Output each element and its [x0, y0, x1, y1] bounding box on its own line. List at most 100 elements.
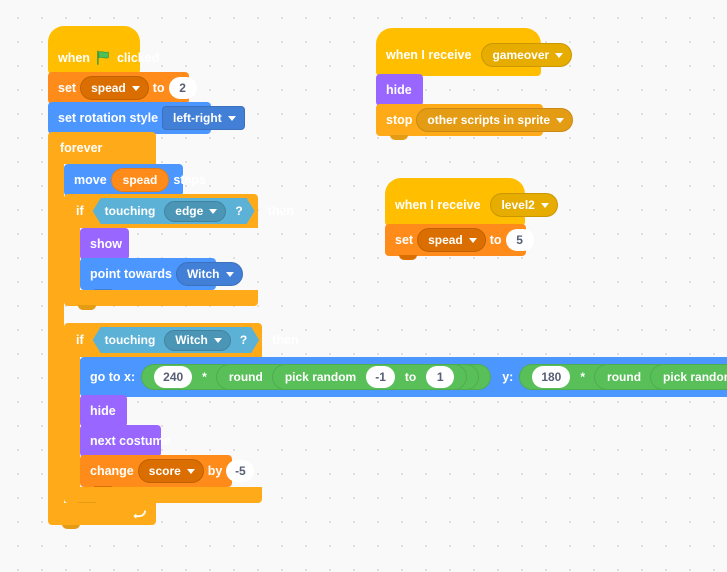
when-i-receive-label: when I receive — [386, 48, 472, 62]
variable-dropdown-spead[interactable]: spead — [80, 76, 149, 100]
if-touching-edge-header[interactable]: if touching edge ? then — [64, 194, 294, 310]
green-flag-icon — [96, 50, 111, 65]
point-towards-block[interactable]: point towards Witch — [80, 258, 243, 294]
variable-name: spead — [91, 81, 126, 95]
change-label: change — [90, 464, 134, 478]
to-label: to — [404, 370, 417, 384]
stop-option-dropdown[interactable]: other scripts in sprite — [416, 108, 574, 132]
go-to-xy-block[interactable]: go to x: 240 * round pick random -1 to 1… — [80, 357, 727, 401]
if-touching-witch-block[interactable]: if touching Witch ? then go to x: 240 * … — [64, 323, 727, 507]
x-random-from-input[interactable]: -1 — [366, 366, 395, 388]
hide-block[interactable]: hide — [376, 74, 423, 110]
if-edge-footer — [64, 290, 258, 310]
if-touching-witch-header[interactable]: if touching Witch ? then — [64, 323, 299, 507]
if-witch-body: go to x: 240 * round pick random -1 to 1… — [80, 357, 727, 491]
point-towards-target-value: Witch — [186, 267, 220, 281]
touching-witch-boolean[interactable]: touching Witch ? — [93, 327, 260, 353]
chevron-down-icon — [555, 52, 564, 58]
forever-left-arm — [48, 164, 64, 503]
set-variable-block[interactable]: set spead to 2 — [48, 72, 197, 108]
touching-edge-boolean[interactable]: touching edge ? — [93, 198, 255, 224]
level2-script[interactable]: when I receive level2 set spead to 5 — [385, 178, 558, 260]
hide-label: hide — [386, 83, 412, 97]
set-value-input[interactable]: 5 — [505, 229, 534, 251]
y-multiply-operator[interactable]: 180 * round pick random -1 to 1 — [519, 364, 727, 390]
y-multiplier-input[interactable]: 180 — [532, 366, 571, 388]
variable-name: spead — [122, 173, 158, 187]
set-label: set — [395, 233, 414, 247]
chevron-down-icon — [225, 271, 234, 277]
move-label: move — [74, 173, 107, 187]
touching-target-dropdown[interactable]: edge — [164, 201, 226, 222]
set-rotation-style-label: set rotation style — [58, 111, 159, 125]
stop-label: stop — [386, 113, 413, 127]
stop-option-value: other scripts in sprite — [427, 113, 551, 127]
to-label: to — [152, 81, 165, 95]
chevron-down-icon — [186, 468, 195, 474]
variable-dropdown-score[interactable]: score — [137, 459, 204, 483]
y-round-operator[interactable]: round pick random -1 to 1 — [594, 364, 727, 390]
when-flag-clicked-hat-block[interactable]: when clicked — [48, 26, 159, 74]
multiply-symbol: * — [202, 370, 207, 384]
point-towards-label: point towards — [90, 267, 172, 281]
forever-header[interactable]: forever — [48, 132, 156, 529]
question-mark: ? — [239, 333, 248, 347]
x-multiply-operator[interactable]: 240 * round pick random -1 to 1 — [141, 364, 492, 390]
go-to-x-label: go to x: — [90, 370, 136, 384]
when-i-receive-label: when I receive — [395, 198, 481, 212]
touching-label: touching — [104, 333, 156, 347]
steps-label: steps — [173, 173, 206, 187]
x-random-to-input[interactable]: 1 — [426, 366, 455, 388]
set-label: set — [58, 81, 77, 95]
variable-dropdown-spead[interactable]: spead — [417, 228, 486, 252]
message-value: level2 — [501, 198, 535, 212]
question-mark: ? — [235, 204, 243, 218]
then-label: then — [267, 204, 295, 218]
chevron-down-icon — [227, 115, 236, 121]
change-value-input[interactable]: -5 — [226, 460, 255, 482]
loop-arrow-icon — [133, 508, 146, 521]
when-i-receive-gameover-hat-block[interactable]: when I receive gameover — [376, 28, 573, 76]
move-steps-block[interactable]: move spead steps — [64, 164, 206, 200]
multiply-symbol: * — [580, 370, 586, 384]
set-variable-block[interactable]: set spead to 5 — [385, 224, 534, 260]
chevron-down-icon — [214, 338, 222, 343]
next-costume-block[interactable]: next costume — [80, 425, 171, 461]
show-block[interactable]: show — [80, 228, 129, 264]
if-label: if — [76, 333, 84, 347]
stop-block[interactable]: stop other scripts in sprite — [376, 104, 574, 140]
change-variable-block[interactable]: change score by -5 — [80, 455, 255, 491]
set-value-input[interactable]: 2 — [168, 77, 197, 99]
rotation-style-dropdown[interactable]: left-right — [162, 106, 245, 130]
hide-label: hide — [90, 404, 116, 418]
round-label: round — [228, 370, 263, 384]
next-costume-label: next costume — [90, 434, 171, 448]
chevron-down-icon — [131, 85, 140, 91]
forever-label: forever — [60, 141, 103, 155]
x-round-operator[interactable]: round pick random -1 to 1 — [215, 364, 480, 390]
show-label: show — [90, 237, 122, 251]
touching-target-dropdown[interactable]: Witch — [164, 330, 231, 351]
by-label: by — [207, 464, 223, 478]
clicked-label: clicked — [116, 50, 160, 65]
y-pick-random-operator[interactable]: pick random -1 to 1 — [650, 364, 727, 390]
when-i-receive-level2-hat-block[interactable]: when I receive level2 — [385, 178, 558, 226]
x-multiplier-input[interactable]: 240 — [154, 366, 193, 388]
set-rotation-style-block[interactable]: set rotation style left-right — [48, 102, 245, 138]
then-label: then — [272, 333, 299, 347]
touching-target-value: edge — [175, 204, 204, 218]
x-pick-random-operator[interactable]: pick random -1 to 1 — [271, 364, 468, 390]
message-dropdown-gameover[interactable]: gameover — [481, 43, 573, 67]
message-dropdown-level2[interactable]: level2 — [490, 193, 558, 217]
variable-reporter-spead[interactable]: spead — [110, 168, 170, 192]
if-witch-left-arm — [64, 357, 80, 487]
variable-name: score — [148, 464, 181, 478]
hide-block[interactable]: hide — [80, 395, 127, 431]
if-witch-footer — [64, 487, 262, 507]
pick-random-label: pick random — [663, 370, 727, 384]
forever-footer — [48, 503, 156, 525]
if-label: if — [76, 204, 84, 218]
gameover-script[interactable]: when I receive gameover hide stop other … — [376, 28, 574, 140]
point-towards-target-dropdown[interactable]: Witch — [175, 262, 243, 286]
go-to-y-label: y: — [502, 370, 514, 384]
